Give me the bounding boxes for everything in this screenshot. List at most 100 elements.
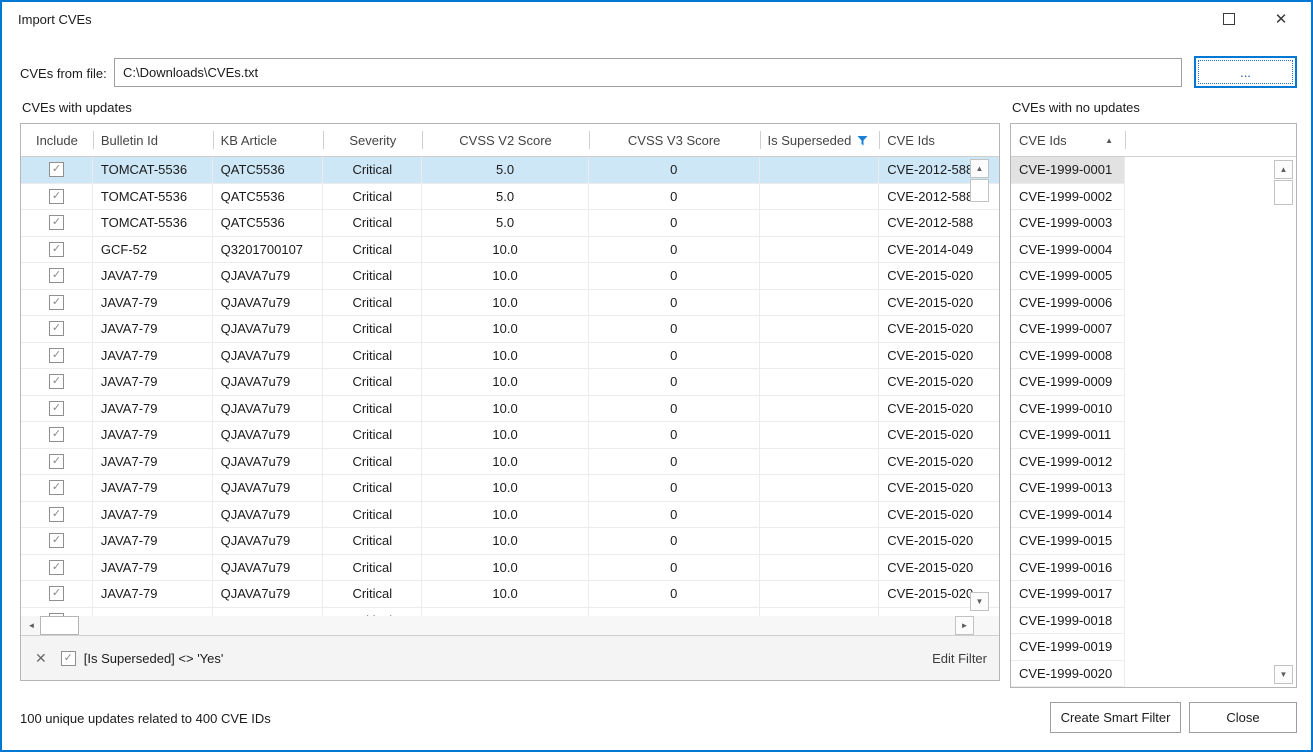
grid-cell-cve-ids[interactable]: CVE-2015-020: [879, 263, 999, 289]
include-checkbox[interactable]: ✓: [49, 215, 64, 230]
grid-cell-bulletin-id[interactable]: JAVA7-79: [93, 555, 213, 581]
filter-enabled-checkbox[interactable]: ✓: [61, 651, 76, 666]
grid-cell-is-superseded[interactable]: [760, 528, 880, 554]
grid-cell-cvss-v3-score[interactable]: 0: [589, 343, 760, 369]
filter-funnel-icon[interactable]: [857, 135, 868, 146]
grid-cell-cvss-v3-score[interactable]: 0: [589, 555, 760, 581]
grid-cell-cve-id[interactable]: CVE-1999-0011: [1011, 422, 1125, 449]
grid-cell-bulletin-id[interactable]: JAVA7-79: [93, 369, 213, 395]
grid-cell-cvss-v2-score[interactable]: 10.0: [422, 502, 589, 528]
include-checkbox[interactable]: ✓: [49, 507, 64, 522]
grid-cell-cve-id[interactable]: CVE-1999-0008: [1011, 343, 1125, 370]
grid-cell-severity[interactable]: Critical: [323, 449, 422, 475]
table-row[interactable]: CVE-1999-0005: [1011, 263, 1296, 290]
include-checkbox[interactable]: ✓: [49, 586, 64, 601]
table-row[interactable]: CVE-1999-0004: [1011, 237, 1296, 264]
grid-cell-cve-id[interactable]: CVE-1999-0004: [1011, 237, 1125, 264]
grid-cell-cvss-v2-score[interactable]: 10.0: [422, 263, 589, 289]
grid-cell-cve-id[interactable]: CVE-1999-0016: [1011, 555, 1125, 582]
include-checkbox[interactable]: ✓: [49, 189, 64, 204]
grid-cell-cvss-v2-score[interactable]: 10.0: [422, 343, 589, 369]
table-row[interactable]: ✓JAVA7-79QJAVA7u79Critical10.00CVE-2015-…: [21, 449, 999, 476]
grid-cell-cve-id[interactable]: CVE-1999-0012: [1011, 449, 1125, 476]
table-row[interactable]: CVE-1999-0002: [1011, 184, 1296, 211]
grid-cell-cvss-v2-score[interactable]: 10.0: [422, 449, 589, 475]
scroll-right-button[interactable]: ►: [955, 616, 974, 635]
grid-cell-cvss-v2-score[interactable]: 10.0: [422, 608, 589, 617]
include-checkbox[interactable]: ✓: [49, 454, 64, 469]
grid-cell-severity[interactable]: Critical: [323, 555, 422, 581]
grid-cell-cve-ids[interactable]: CVE-2015-020: [879, 369, 999, 395]
table-row[interactable]: CVE-1999-0010: [1011, 396, 1296, 423]
grid-cell-bulletin-id[interactable]: JAVA7-79: [93, 343, 213, 369]
grid-cell-bulletin-id[interactable]: JAVA7-79: [93, 449, 213, 475]
grid-cell-cve-id[interactable]: CVE-1999-0002: [1011, 184, 1125, 211]
grid-cell-cvss-v2-score[interactable]: 10.0: [422, 528, 589, 554]
grid-cell-bulletin-id[interactable]: JAVA7-79: [93, 422, 213, 448]
grid-cell-is-superseded[interactable]: [760, 290, 880, 316]
table-row[interactable]: CVE-1999-0014: [1011, 502, 1296, 529]
vertical-scrollbar-thumb[interactable]: [970, 179, 989, 202]
grid-cell-kb-article[interactable]: QJAVA7u79: [213, 475, 324, 501]
grid-cell-cve-id[interactable]: CVE-1999-0009: [1011, 369, 1125, 396]
grid-cell-cvss-v2-score[interactable]: 10.0: [422, 369, 589, 395]
table-row[interactable]: CVE-1999-0015: [1011, 528, 1296, 555]
maximize-button[interactable]: [1207, 2, 1251, 36]
grid-cell-is-superseded[interactable]: [760, 449, 880, 475]
grid-cell-severity[interactable]: Critical: [323, 263, 422, 289]
grid-cell-kb-article[interactable]: QJAVA7u79: [213, 422, 324, 448]
table-row[interactable]: ✓JAVA7-79QJAVA7u79Critical10.00CVE-2015-…: [21, 581, 999, 608]
grid-cell-cve-id[interactable]: CVE-1999-0007: [1011, 316, 1125, 343]
table-row[interactable]: ✓TOMCAT-5536QATC5536Critical5.00CVE-2012…: [21, 210, 999, 237]
vertical-scroll-down-button[interactable]: ▼: [970, 592, 989, 611]
remove-filter-icon[interactable]: ✕: [35, 650, 47, 667]
grid-cell-severity[interactable]: Critical: [323, 343, 422, 369]
grid-cell-bulletin-id[interactable]: TOMCAT-5536: [93, 157, 213, 183]
table-row[interactable]: ✓JAVA7-79QJAVA7u79Critical10.00CVE-2015-…: [21, 555, 999, 582]
grid-cell-bulletin-id[interactable]: JAVA7-79: [93, 396, 213, 422]
table-row[interactable]: ✓JAVA7-79QJAVA7u79Critical10.00CVE-2015-…: [21, 475, 999, 502]
grid-cell-cvss-v3-score[interactable]: 0: [589, 263, 760, 289]
include-checkbox[interactable]: ✓: [49, 268, 64, 283]
grid-cell-is-superseded[interactable]: [760, 343, 880, 369]
grid-cell-cvss-v3-score[interactable]: 0: [589, 581, 760, 607]
grid-cell-cve-id[interactable]: CVE-1999-0020: [1011, 661, 1125, 688]
grid-cell-cve-ids[interactable]: CVE-2015-020: [879, 290, 999, 316]
grid-cell-kb-article[interactable]: QJAVA7u79: [213, 502, 324, 528]
grid-cell-cvss-v2-score[interactable]: 10.0: [422, 475, 589, 501]
grid-cell-severity[interactable]: Critical: [323, 157, 422, 183]
grid-cell-cvss-v3-score[interactable]: 0: [589, 422, 760, 448]
grid-cell-cvss-v3-score[interactable]: 0: [589, 290, 760, 316]
grid-cell-cve-ids[interactable]: CVE-2015-020: [879, 528, 999, 554]
grid-cell-cvss-v3-score[interactable]: 0: [589, 237, 760, 263]
table-row[interactable]: ✓TOMCAT-5536QATC5536Critical5.00CVE-2012…: [21, 184, 999, 211]
grid-cell-severity[interactable]: Critical: [323, 422, 422, 448]
table-row[interactable]: CVE-1999-0018: [1011, 608, 1296, 635]
grid-cell-is-superseded[interactable]: [760, 555, 880, 581]
grid-cell-is-superseded[interactable]: [760, 237, 880, 263]
grid-cell-bulletin-id[interactable]: JAVA7-79: [93, 502, 213, 528]
grid-cell-is-superseded[interactable]: [760, 263, 880, 289]
grid-cell-cve-id[interactable]: CVE-1999-0014: [1011, 502, 1125, 529]
column-header-bulletin-id[interactable]: Bulletin Id: [93, 124, 213, 156]
grid-cell-is-superseded[interactable]: [760, 369, 880, 395]
include-checkbox[interactable]: ✓: [49, 533, 64, 548]
grid-cell-cve-id[interactable]: CVE-1999-0017: [1011, 581, 1125, 608]
column-header-severity[interactable]: Severity: [323, 124, 422, 156]
table-row[interactable]: ✓JAVA7-79QJAVA7u79Critical10.00CVE-2015-…: [21, 422, 999, 449]
grid-cell-bulletin-id[interactable]: JAVA7-79: [93, 263, 213, 289]
grid-cell-cve-id[interactable]: CVE-1999-0006: [1011, 290, 1125, 317]
table-row[interactable]: ✓JAVA7-79QJAVA7u79Critical10.00CVE-2015-…: [21, 343, 999, 370]
column-header-cve-ids[interactable]: CVE Ids ▲: [1011, 124, 1125, 156]
vertical-scroll-up-button[interactable]: ▲: [1274, 160, 1293, 179]
close-dialog-button[interactable]: Close: [1189, 702, 1297, 733]
horizontal-scrollbar-thumb[interactable]: [40, 616, 79, 635]
grid-cell-kb-article[interactable]: QJAVA7u79: [213, 581, 324, 607]
column-header-is-superseded[interactable]: Is Superseded: [760, 124, 880, 156]
grid-cell-cve-ids[interactable]: CVE-2015-020: [879, 502, 999, 528]
grid-cell-cve-ids[interactable]: CVE-2015-020: [879, 396, 999, 422]
grid-cell-is-superseded[interactable]: [760, 210, 880, 236]
table-row[interactable]: ✓JAVA7-79QJAVA7u79Critical10.00CVE-2015-…: [21, 528, 999, 555]
include-checkbox[interactable]: ✓: [49, 242, 64, 257]
grid-cell-severity[interactable]: Critical: [323, 184, 422, 210]
